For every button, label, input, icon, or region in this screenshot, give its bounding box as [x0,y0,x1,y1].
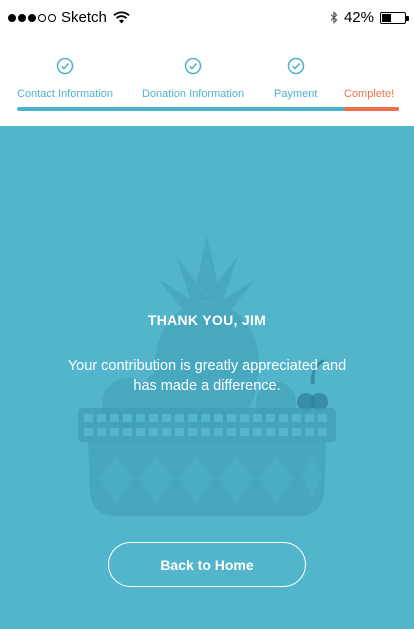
step-label: Payment [274,88,318,100]
step-contact-information: Contact Information [17,56,113,100]
step-label: Contact Information [17,88,113,100]
back-to-home-button[interactable]: Back to Home [108,542,306,587]
check-circle-icon [184,57,202,75]
battery-percent: 42% [343,9,374,26]
wifi-icon [113,11,130,24]
thank-you-panel: THANK YOU, JIM Your contribution is grea… [0,126,414,629]
status-left: Sketch [8,9,130,26]
check-circle-icon [56,57,74,75]
step-payment: Payment [274,56,317,100]
thank-you-message: Your contribution is greatly appreciated… [67,358,347,394]
step-label: Complete! [344,88,395,100]
status-bar: Sketch 42% [0,0,414,36]
battery-icon [380,11,409,24]
progress-stepper: Contact Information Donation Information… [0,36,414,126]
step-donation-information: Donation Information [142,56,244,100]
step-label: Donation Information [142,88,245,100]
check-circle-icon [287,57,304,75]
bluetooth-icon [330,11,338,24]
signal-icon [8,13,56,22]
step-complete: Complete! [344,56,394,100]
thank-you-title: THANK YOU, JIM [147,312,267,328]
carrier-name: Sketch [61,9,107,26]
progress-current-segment [344,107,399,111]
status-right: 42% [330,9,409,26]
progress-bar [17,107,399,111]
